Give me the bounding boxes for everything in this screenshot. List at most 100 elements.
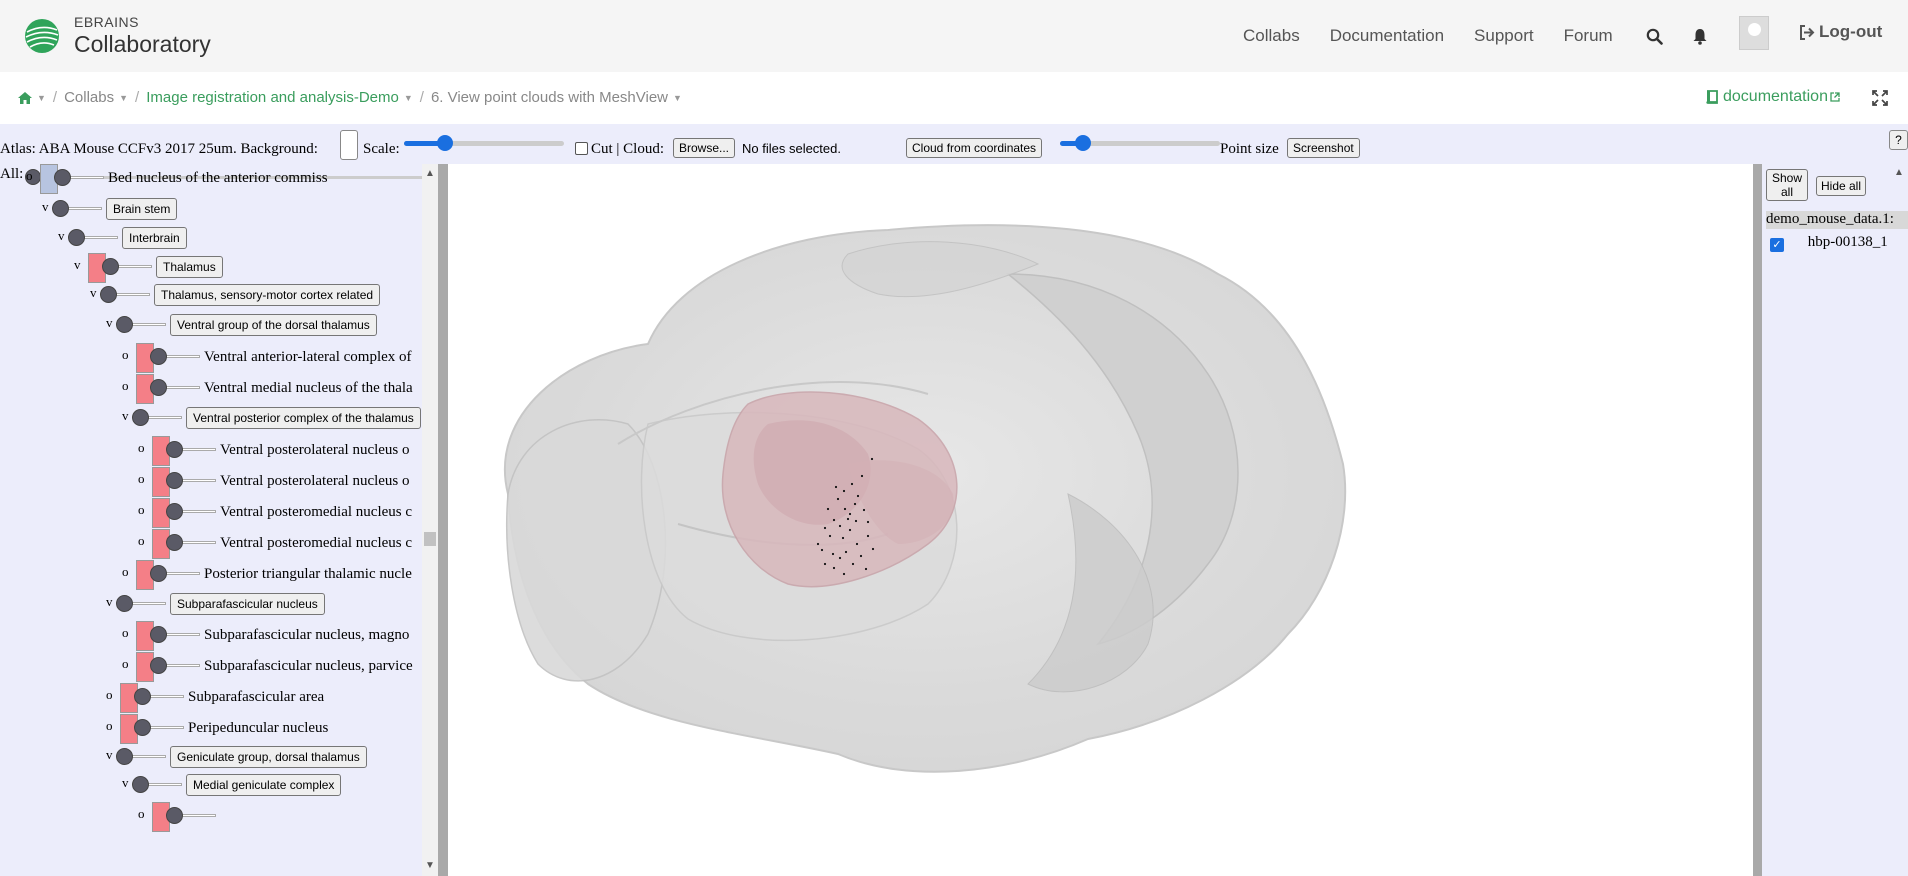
ebrains-logo-icon xyxy=(25,18,59,53)
region-opacity-thumb[interactable] xyxy=(132,409,149,426)
help-button[interactable]: ? xyxy=(1889,130,1908,150)
collapse-toggle[interactable]: v xyxy=(58,228,65,244)
region-opacity-thumb[interactable] xyxy=(134,719,151,736)
collab-crumb[interactable]: Image registration and analysis-Demo ▼ xyxy=(146,89,413,106)
region-opacity-thumb[interactable] xyxy=(100,286,117,303)
collabs-crumb-label: Collabs xyxy=(64,89,115,106)
page-crumb-label: 6. View point clouds with MeshView xyxy=(430,89,669,106)
nav-documentation[interactable]: Documentation xyxy=(1330,26,1444,46)
screenshot-button[interactable]: Screenshot xyxy=(1287,138,1360,158)
region-opacity-thumb[interactable] xyxy=(102,258,119,275)
cloud-from-coordinates-button[interactable]: Cloud from coordinates xyxy=(906,138,1043,158)
tree-row: o Ventral anterior-lateral complex of xyxy=(0,343,422,373)
bell-icon[interactable] xyxy=(1686,22,1714,50)
scroll-thumb[interactable] xyxy=(424,532,436,546)
region-label: Peripeduncular nucleus xyxy=(188,720,329,736)
region-opacity-thumb[interactable] xyxy=(166,503,183,520)
region-opacity-thumb[interactable] xyxy=(150,348,167,365)
collapse-toggle[interactable]: v xyxy=(106,315,113,331)
avatar[interactable] xyxy=(1739,16,1769,50)
show-all-button[interactable]: Show all xyxy=(1766,169,1808,201)
point-cloud-entry-label: hbp-00138_1 xyxy=(1807,234,1888,250)
region-opacity-thumb[interactable] xyxy=(150,626,167,643)
scroll-up-icon[interactable]: ▲ xyxy=(425,168,435,179)
region-opacity-thumb[interactable] xyxy=(52,200,69,217)
nav-forum[interactable]: Forum xyxy=(1564,26,1613,46)
point-size-label: Point size xyxy=(1220,141,1279,157)
region-opacity-thumb[interactable] xyxy=(116,748,133,765)
region-opacity-thumb[interactable] xyxy=(116,316,133,333)
collapse-toggle[interactable]: v xyxy=(122,775,129,791)
logout-button[interactable]: Log-out xyxy=(1799,22,1882,42)
leaf-marker: o xyxy=(122,564,129,579)
collapse-toggle[interactable]: v xyxy=(122,408,129,424)
background-color-picker[interactable] xyxy=(340,130,358,160)
leaf-marker: o xyxy=(138,502,145,517)
region-group-button[interactable]: Brain stem xyxy=(106,198,178,220)
region-group-button[interactable]: Interbrain xyxy=(122,227,187,249)
region-opacity-thumb[interactable] xyxy=(54,169,71,186)
region-opacity-thumb[interactable] xyxy=(150,379,167,396)
region-label: Subparafascicular area xyxy=(188,689,325,705)
point-cloud-checkbox[interactable]: ✓ xyxy=(1770,238,1784,252)
search-icon[interactable] xyxy=(1640,22,1668,50)
collapse-toggle[interactable]: v xyxy=(106,594,113,610)
nav-support[interactable]: Support xyxy=(1474,26,1534,46)
cut-checkbox[interactable] xyxy=(575,142,588,155)
region-opacity-thumb[interactable] xyxy=(68,229,85,246)
hide-all-button[interactable]: Hide all xyxy=(1816,176,1866,196)
region-opacity-thumb[interactable] xyxy=(166,534,183,551)
collapse-toggle[interactable]: v xyxy=(42,199,49,215)
documentation-link[interactable]: documentation xyxy=(1705,88,1840,106)
scroll-up-icon[interactable]: ▲ xyxy=(1894,167,1904,178)
region-label: Subparafascicular nucleus, magno xyxy=(204,627,410,643)
region-opacity-thumb[interactable] xyxy=(166,472,183,489)
region-group-button[interactable]: Medial geniculate complex xyxy=(186,774,342,796)
region-group-button[interactable]: Thalamus xyxy=(156,256,223,278)
region-opacity-thumb[interactable] xyxy=(166,441,183,458)
page-crumb[interactable]: 6. View point clouds with MeshView ▼ xyxy=(431,89,682,106)
collapse-toggle[interactable]: v xyxy=(106,747,113,763)
region-group-button[interactable]: Ventral posterior complex of the thalamu… xyxy=(186,407,421,429)
file-status: No files selected. xyxy=(742,141,841,156)
tree-row: v Subparafascicular nucleus xyxy=(0,590,422,620)
leaf-marker: o xyxy=(138,806,145,821)
collapse-toggle[interactable]: v xyxy=(90,285,97,301)
right-panel-divider[interactable] xyxy=(1753,164,1762,876)
scroll-down-icon[interactable]: ▼ xyxy=(425,860,435,871)
collapse-toggle[interactable]: v xyxy=(74,257,81,273)
browse-button[interactable]: Browse... xyxy=(673,138,736,158)
region-opacity-thumb[interactable] xyxy=(150,565,167,582)
point-cloud-file-header: demo_mouse_data.1: xyxy=(1766,211,1908,229)
collab-crumb-label: Image registration and analysis-Demo xyxy=(146,89,399,106)
documentation-link-label: documentation xyxy=(1723,88,1828,105)
left-panel-divider[interactable] xyxy=(438,164,448,876)
region-opacity-thumb[interactable] xyxy=(132,776,149,793)
brand-title: Collaboratory xyxy=(74,31,211,57)
fullscreen-icon[interactable] xyxy=(1872,90,1888,106)
point-cloud-entry[interactable]: ✓ hbp-00138_1 xyxy=(1770,234,1888,252)
brand-small: EBRAINS xyxy=(74,14,139,30)
3d-viewer[interactable] xyxy=(448,164,1753,876)
region-opacity-thumb[interactable] xyxy=(116,595,133,612)
tree-row: v Ventral posterior complex of the thalam… xyxy=(0,404,422,434)
home-crumb[interactable]: ▼ xyxy=(18,91,46,104)
collabs-crumb[interactable]: Collabs ▼ xyxy=(64,89,128,106)
tree-row: o xyxy=(0,802,422,832)
region-opacity-thumb[interactable] xyxy=(166,807,183,824)
region-opacity-thumb[interactable] xyxy=(150,657,167,674)
region-group-button[interactable]: Geniculate group, dorsal thalamus xyxy=(170,746,367,768)
tree-row: v Thalamus xyxy=(0,253,422,283)
main-nav: Collabs Documentation Support Forum xyxy=(1243,0,1643,72)
chevron-down-icon: ▼ xyxy=(37,92,46,103)
region-group-button[interactable]: Thalamus, sensory-motor cortex related xyxy=(154,284,381,306)
tree-scrollbar[interactable]: ▲ ▼ xyxy=(422,164,438,876)
region-group-button[interactable]: Subparafascicular nucleus xyxy=(170,593,325,615)
region-group-button[interactable]: Ventral group of the dorsal thalamus xyxy=(170,314,377,336)
nav-collabs[interactable]: Collabs xyxy=(1243,26,1300,46)
tree-row: o Subparafascicular nucleus, magno xyxy=(0,621,422,651)
ebrains-logo[interactable]: EBRAINS Collaboratory xyxy=(24,15,211,56)
tree-row: o Ventral posterolateral nucleus o xyxy=(0,467,422,497)
region-opacity-thumb[interactable] xyxy=(134,688,151,705)
region-label: Subparafascicular nucleus, parvice xyxy=(204,658,413,674)
